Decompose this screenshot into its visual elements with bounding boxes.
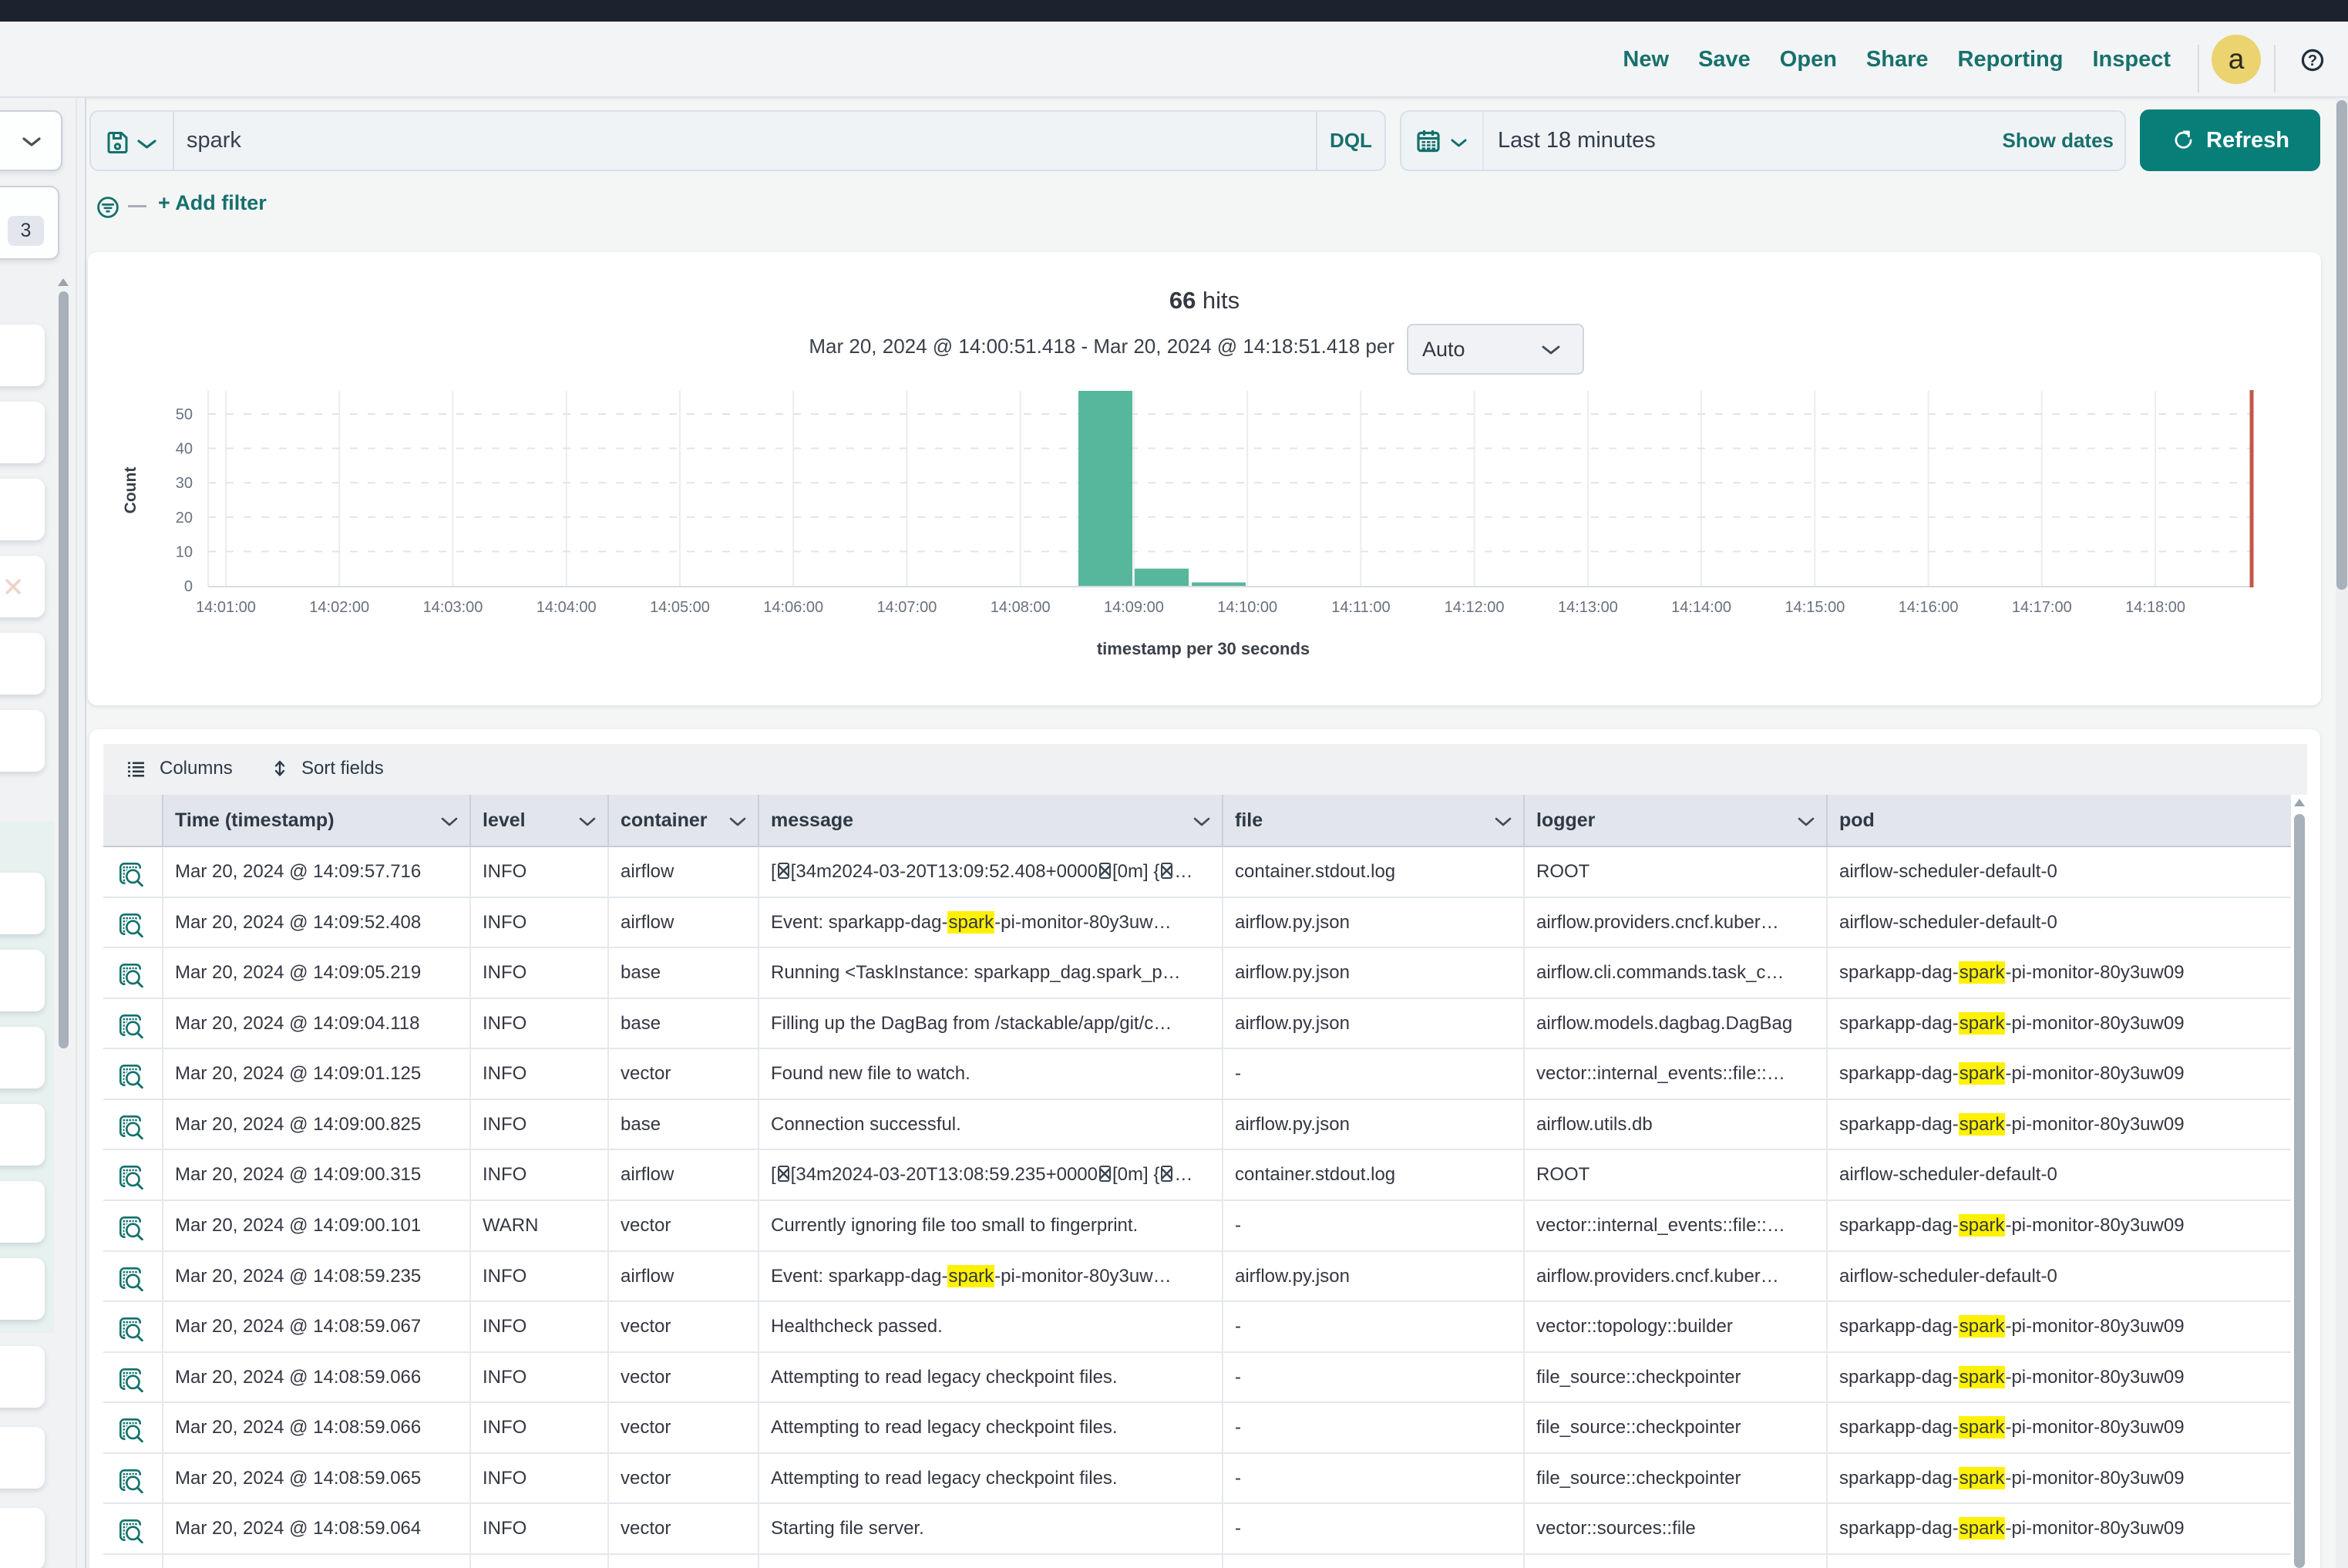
svg-text:14:15:00: 14:15:00 — [1785, 599, 1845, 616]
svg-text:14:17:00: 14:17:00 — [2012, 599, 2072, 616]
svg-text:14:11:00: 14:11:00 — [1331, 599, 1390, 616]
svg-text:14:05:00: 14:05:00 — [650, 599, 710, 616]
svg-text:14:14:00: 14:14:00 — [1671, 599, 1731, 616]
svg-text:14:02:00: 14:02:00 — [309, 599, 369, 616]
svg-text:timestamp per 30 seconds: timestamp per 30 seconds — [1097, 639, 1310, 658]
svg-text:10: 10 — [176, 543, 193, 560]
svg-text:14:13:00: 14:13:00 — [1558, 599, 1618, 616]
svg-text:14:12:00: 14:12:00 — [1445, 599, 1505, 616]
svg-text:30: 30 — [176, 475, 193, 492]
svg-text:14:10:00: 14:10:00 — [1217, 599, 1277, 616]
svg-text:Count: Count — [122, 467, 140, 514]
svg-text:14:01:00: 14:01:00 — [196, 599, 256, 616]
svg-text:0: 0 — [184, 578, 193, 595]
svg-text:14:16:00: 14:16:00 — [1899, 599, 1959, 616]
svg-text:?: ? — [2308, 52, 2317, 69]
svg-text:14:06:00: 14:06:00 — [763, 599, 823, 616]
svg-text:50: 50 — [176, 406, 193, 423]
svg-text:14:09:00: 14:09:00 — [1104, 599, 1164, 616]
svg-text:14:03:00: 14:03:00 — [423, 599, 483, 616]
svg-text:14:07:00: 14:07:00 — [876, 599, 937, 616]
svg-text:20: 20 — [176, 510, 193, 527]
svg-text:14:18:00: 14:18:00 — [2125, 599, 2185, 616]
svg-text:14:08:00: 14:08:00 — [991, 599, 1051, 616]
svg-text:14:04:00: 14:04:00 — [537, 599, 597, 616]
svg-text:40: 40 — [176, 441, 193, 458]
